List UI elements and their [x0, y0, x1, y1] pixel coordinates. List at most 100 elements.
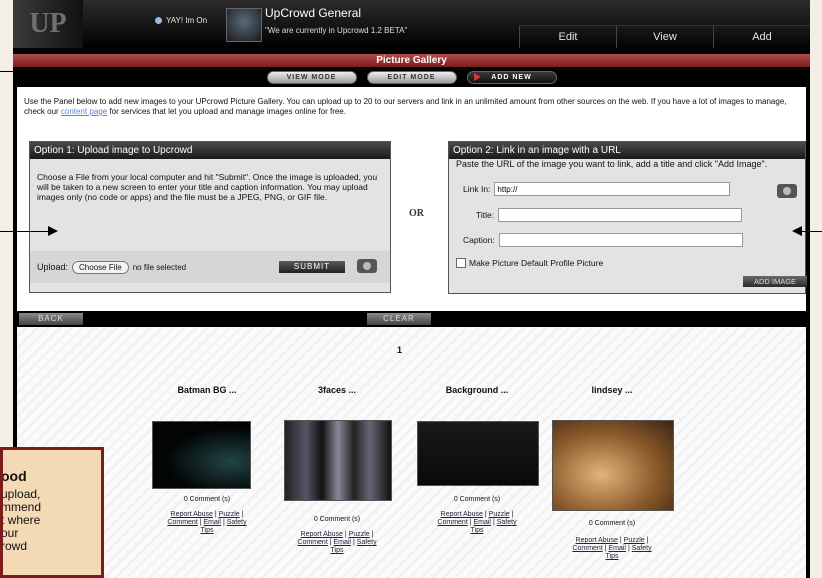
comment-link[interactable]: Comment: [297, 539, 327, 546]
email-link[interactable]: Email: [473, 519, 491, 526]
email-link[interactable]: Email: [333, 539, 351, 546]
intro-part2: for services that let you upload and man…: [107, 107, 346, 116]
action-bar: BACK CLEAR: [13, 311, 810, 327]
group-subtitle: "We are currently in Upcrowd 1.2 BETA": [265, 26, 408, 35]
default-profile-row: Make Picture Default Profile Picture: [456, 258, 603, 268]
puzzle-link[interactable]: Puzzle: [219, 511, 240, 518]
option1-title: Option 1: Upload image to Upcrowd: [30, 142, 390, 159]
choose-file-button[interactable]: Choose File: [72, 260, 129, 274]
right-annotation-arrow-line: [802, 231, 822, 232]
tips-link[interactable]: Tips: [331, 547, 344, 554]
or-separator: OR: [409, 208, 424, 219]
report-abuse-link[interactable]: Report Abuse: [301, 531, 343, 538]
option2-instructions: Paste the URL of the image you want to l…: [456, 159, 768, 169]
nav-edit[interactable]: Edit: [519, 26, 616, 48]
puzzle-link[interactable]: Puzzle: [349, 531, 370, 538]
caption-input[interactable]: [498, 233, 743, 247]
mode-bar: VIEW MODE EDIT MODE ADD NEW: [13, 67, 810, 87]
option1-panel: Option 1: Upload image to Upcrowd Choose…: [29, 141, 391, 293]
item-links: Report Abuse | Puzzle | Comment | Email …: [437, 511, 517, 534]
group-avatar[interactable]: [226, 8, 262, 42]
callout-line: rowd: [1, 539, 28, 553]
intro-text: Use the Panel below to add new images to…: [24, 97, 802, 117]
user-status[interactable]: YAY! Im On: [155, 16, 207, 25]
link-label: Link In:: [463, 184, 491, 194]
safety-link[interactable]: Safety: [632, 545, 652, 552]
title-row: Title:: [476, 208, 743, 222]
comment-count: 0 Comment (s): [588, 520, 636, 527]
email-link[interactable]: Email: [203, 519, 221, 526]
left-pointing-arrow-icon: [792, 226, 802, 236]
comment-link[interactable]: Comment: [572, 545, 602, 552]
callout-body: upload, mmend t where our rowd: [1, 488, 41, 553]
upload-row: Upload: Choose File no file selected SUB…: [30, 251, 390, 283]
link-row: Link In:: [463, 182, 731, 196]
clear-button[interactable]: CLEAR: [367, 313, 431, 325]
view-mode-button[interactable]: VIEW MODE: [266, 70, 357, 84]
submit-button[interactable]: SUBMIT: [279, 261, 345, 273]
camera-icon: [777, 184, 797, 198]
upload-label: Upload:: [37, 262, 69, 272]
item-thumbnail[interactable]: [417, 421, 539, 486]
item-name[interactable]: 3faces ...: [282, 385, 392, 395]
item-name[interactable]: lindsey ...: [552, 385, 672, 395]
option2-panel: Option 2: Link in an image with a URL Pa…: [448, 141, 807, 294]
content-page-link[interactable]: content page: [61, 107, 107, 116]
user-status-text: YAY! Im On: [166, 16, 208, 25]
add-new-button[interactable]: ADD NEW: [466, 70, 557, 84]
add-image-button[interactable]: ADD IMAGE: [743, 276, 807, 287]
safety-link[interactable]: Safety: [227, 519, 247, 526]
nav-view[interactable]: View: [616, 26, 713, 48]
report-abuse-link[interactable]: Report Abuse: [171, 511, 213, 518]
back-button[interactable]: BACK: [19, 313, 83, 325]
default-profile-label: Make Picture Default Profile Picture: [469, 258, 604, 268]
no-file-status: no file selected: [132, 262, 187, 272]
tips-link[interactable]: Tips: [471, 527, 484, 534]
email-link[interactable]: Email: [608, 545, 626, 552]
option1-description: Choose a File from your local computer a…: [37, 172, 378, 202]
left-annotation-arrow-line: [0, 231, 50, 232]
caption-row: Caption:: [463, 233, 743, 247]
option2-title: Option 2: Link in an image with a URL: [449, 142, 805, 159]
report-abuse-link[interactable]: Report Abuse: [576, 537, 618, 544]
content-area: Use the Panel below to add new images to…: [17, 87, 807, 311]
right-pointing-arrow-icon: [48, 226, 58, 236]
item-name[interactable]: Background ...: [417, 385, 537, 395]
tips-link[interactable]: Tips: [201, 527, 214, 534]
item-name[interactable]: Batman BG ...: [152, 385, 262, 395]
online-status-icon: [155, 17, 162, 24]
safety-link[interactable]: Safety: [357, 539, 377, 546]
item-links: Report Abuse | Puzzle | Comment | Email …: [297, 531, 377, 554]
item-thumbnail[interactable]: [552, 420, 674, 511]
comment-count: 0 Comment (s): [453, 496, 501, 503]
link-input[interactable]: [494, 182, 731, 196]
top-annotation-arrow-line: [0, 71, 13, 72]
add-new-label: ADD NEW: [491, 73, 532, 81]
gallery-header: Picture Gallery: [13, 54, 810, 67]
safety-link[interactable]: Safety: [497, 519, 517, 526]
callout-title: ood: [1, 468, 27, 484]
item-thumbnail[interactable]: [284, 420, 392, 501]
puzzle-link[interactable]: Puzzle: [489, 511, 510, 518]
upcrowd-logo[interactable]: UP: [13, 0, 83, 48]
page-number[interactable]: 1: [397, 345, 402, 355]
edit-mode-button[interactable]: EDIT MODE: [366, 70, 457, 84]
main-nav: Edit View Add: [519, 25, 810, 48]
caption-label: Caption:: [463, 235, 495, 245]
item-links: Report Abuse | Puzzle | Comment | Email …: [167, 511, 247, 534]
nav-add[interactable]: Add: [713, 26, 810, 48]
comment-count: 0 Comment (s): [313, 516, 361, 523]
comment-link[interactable]: Comment: [437, 519, 467, 526]
group-title: UpCrowd General: [265, 6, 362, 20]
title-input[interactable]: [498, 208, 743, 222]
camera-icon: [357, 259, 377, 273]
default-profile-checkbox[interactable]: [456, 258, 466, 268]
tips-link[interactable]: Tips: [606, 553, 619, 560]
top-header: UP YAY! Im On UpCrowd General "We are cu…: [13, 0, 810, 48]
comment-count: 0 Comment (s): [183, 496, 231, 503]
report-abuse-link[interactable]: Report Abuse: [441, 511, 483, 518]
comment-link[interactable]: Comment: [167, 519, 197, 526]
item-thumbnail[interactable]: [152, 421, 251, 489]
puzzle-link[interactable]: Puzzle: [624, 537, 645, 544]
callout-note: ood upload, mmend t where our rowd: [0, 447, 104, 578]
